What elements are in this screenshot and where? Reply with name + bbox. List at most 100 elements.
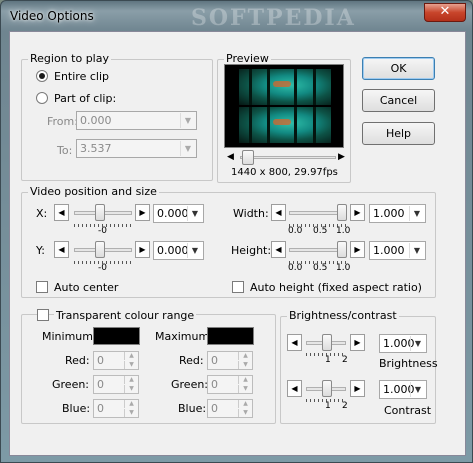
height-value: 1.000: [373, 244, 405, 257]
preview-scroll-right-icon[interactable]: ▶: [338, 152, 345, 162]
width-value: 1.000: [373, 207, 405, 220]
y-left-arrow-icon[interactable]: ◀: [54, 241, 69, 258]
height-right-arrow-icon[interactable]: ▶: [350, 241, 365, 258]
chevron-down-icon: ▼: [187, 206, 202, 221]
minimum-label: Minimum:: [42, 330, 97, 343]
width-right-arrow-icon[interactable]: ▶: [350, 204, 365, 221]
spin-up-icon[interactable]: ▲: [238, 352, 252, 360]
max-green-label: Green:: [171, 378, 209, 391]
brightness-tick-2: 2: [342, 355, 348, 365]
x-value: 0.000: [157, 207, 189, 220]
x-right-arrow-icon[interactable]: ▶: [135, 204, 150, 221]
brightness-right-arrow-icon[interactable]: ▶: [350, 334, 365, 351]
max-green-spinner[interactable]: 0 ▲ ▼: [207, 375, 253, 394]
x-left-arrow-icon[interactable]: ◀: [54, 204, 69, 221]
min-green-spinner[interactable]: 0 ▲ ▼: [93, 375, 139, 394]
help-button[interactable]: Help: [362, 122, 435, 145]
auto-center-checkbox[interactable]: [36, 281, 48, 293]
spin-down-icon[interactable]: ▼: [124, 409, 138, 417]
x-tick-label: -0: [98, 226, 107, 236]
max-blue-label: Blue:: [178, 402, 207, 415]
spin-up-icon[interactable]: ▲: [124, 376, 138, 384]
auto-center-label: Auto center: [54, 281, 119, 294]
spin-up-icon[interactable]: ▲: [238, 400, 252, 408]
from-combo[interactable]: 0.000 ▼: [76, 111, 197, 130]
spin-down-icon[interactable]: ▼: [238, 361, 252, 369]
chevron-down-icon: ▼: [180, 141, 195, 156]
height-left-arrow-icon[interactable]: ◀: [271, 241, 286, 258]
chevron-down-icon: ▼: [180, 113, 195, 128]
preview-seek-track[interactable]: [240, 156, 336, 159]
part-of-clip-label: Part of clip:: [54, 92, 117, 105]
maximum-color-swatch[interactable]: [207, 327, 254, 345]
max-red-spinner[interactable]: 0 ▲ ▼: [207, 351, 253, 370]
y-value: 0.000: [157, 244, 189, 257]
width-tick-1: 0.5: [313, 226, 328, 236]
transparent-checkbox[interactable]: [37, 309, 49, 321]
spin-down-icon[interactable]: ▼: [238, 409, 252, 417]
to-combo[interactable]: 3.537 ▼: [76, 139, 197, 158]
height-thumb[interactable]: [337, 241, 347, 258]
spin-down-icon[interactable]: ▼: [124, 361, 138, 369]
width-thumb[interactable]: [337, 204, 347, 221]
min-green-label: Green:: [52, 378, 90, 391]
watermark-logo: SOFTPEDIA: [191, 5, 356, 31]
width-combo[interactable]: 1.000 ▼: [369, 204, 426, 223]
width-left-arrow-icon[interactable]: ◀: [271, 204, 286, 221]
contrast-tick-1: 1: [325, 401, 331, 411]
contrast-combo[interactable]: 1.000 ▼: [379, 380, 427, 399]
height-tick-1: 0.5: [313, 263, 328, 273]
max-green-value: 0: [211, 378, 218, 391]
spin-down-icon[interactable]: ▼: [238, 385, 252, 393]
preview-resolution: 1440 x 800, 29.97fps: [231, 167, 338, 178]
spin-down-icon[interactable]: ▼: [124, 385, 138, 393]
y-right-arrow-icon[interactable]: ▶: [135, 241, 150, 258]
preview-seek-thumb[interactable]: [242, 150, 254, 165]
close-button[interactable]: ✕: [424, 3, 466, 22]
min-blue-spinner[interactable]: 0 ▲ ▼: [93, 399, 139, 418]
minimum-color-swatch[interactable]: [93, 327, 140, 345]
y-thumb[interactable]: [95, 241, 105, 258]
part-of-clip-radio[interactable]: [36, 92, 48, 104]
brightness-thumb[interactable]: [322, 334, 332, 351]
brightness-combo[interactable]: 1.000 ▼: [379, 334, 427, 353]
contrast-thumb[interactable]: [322, 380, 332, 397]
to-label: To:: [57, 144, 73, 157]
to-value: 3.537: [80, 142, 112, 155]
width-label: Width:: [233, 207, 269, 220]
brightness-label: Brightness: [379, 357, 438, 370]
max-blue-spinner[interactable]: 0 ▲ ▼: [207, 399, 253, 418]
cancel-button[interactable]: Cancel: [362, 89, 435, 112]
spin-up-icon[interactable]: ▲: [124, 352, 138, 360]
min-red-spinner[interactable]: 0 ▲ ▼: [93, 351, 139, 370]
height-combo[interactable]: 1.000 ▼: [369, 241, 426, 260]
preview-pane: [224, 64, 344, 148]
bc-legend: Brightness/contrast: [287, 309, 399, 322]
y-combo[interactable]: 0.000 ▼: [153, 241, 204, 260]
max-red-value: 0: [211, 354, 218, 367]
contrast-right-arrow-icon[interactable]: ▶: [350, 380, 365, 397]
brightness-tick-1: 1: [325, 355, 331, 365]
entire-clip-radio[interactable]: [36, 70, 48, 82]
ok-button[interactable]: OK: [362, 57, 435, 80]
title-bar[interactable]: Video Options SOFTPEDIA ✕: [1, 1, 472, 31]
contrast-tick-2: 2: [342, 401, 348, 411]
preview-image: [239, 67, 331, 145]
spin-up-icon[interactable]: ▲: [124, 400, 138, 408]
preview-scroll-left-icon[interactable]: ◀: [227, 152, 234, 162]
max-red-label: Red:: [179, 354, 204, 367]
x-thumb[interactable]: [95, 204, 105, 221]
width-tick-0: 0.0: [288, 226, 303, 236]
auto-height-label: Auto height (fixed aspect ratio): [250, 281, 422, 294]
brightness-left-arrow-icon[interactable]: ◀: [287, 334, 302, 351]
from-value: 0.000: [80, 114, 112, 127]
min-blue-label: Blue:: [62, 402, 91, 415]
spin-up-icon[interactable]: ▲: [238, 376, 252, 384]
height-tick-0: 0.0: [288, 263, 303, 273]
contrast-left-arrow-icon[interactable]: ◀: [287, 380, 302, 397]
x-combo[interactable]: 0.000 ▼: [153, 204, 204, 223]
max-blue-value: 0: [211, 402, 218, 415]
chevron-down-icon: ▼: [409, 206, 424, 221]
auto-height-checkbox[interactable]: [232, 281, 244, 293]
position-legend: Video position and size: [28, 185, 159, 198]
